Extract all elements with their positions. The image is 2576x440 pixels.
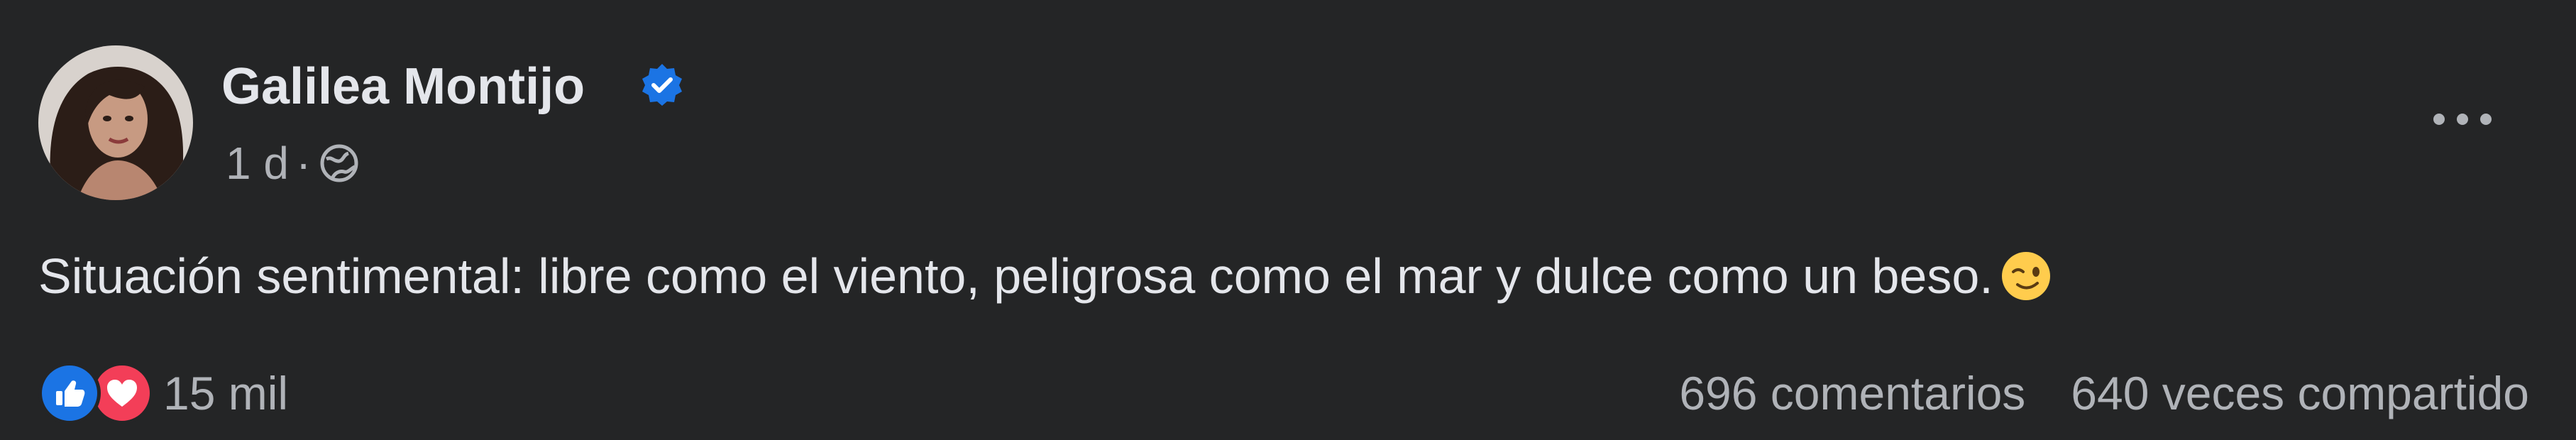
- verified-badge-icon: [642, 64, 682, 106]
- reaction-count[interactable]: 15 mil: [163, 366, 288, 420]
- winking-face-icon: [2001, 252, 2050, 300]
- post-time[interactable]: 1 d: [226, 137, 289, 189]
- shares-count[interactable]: 640 veces compartido: [2071, 366, 2529, 420]
- more-options-button[interactable]: [2420, 91, 2505, 148]
- reaction-icons: [38, 359, 166, 427]
- facebook-post: Galilea Montijo 1 d · Situación sentimen…: [0, 0, 2576, 440]
- avatar[interactable]: [38, 45, 193, 200]
- post-meta: 1 d ·: [226, 135, 360, 192]
- like-icon: [38, 362, 101, 424]
- more-options-icon: [2433, 114, 2492, 125]
- post-stats: 696 comentarios 640 veces compartido: [1634, 359, 2529, 427]
- post-text: Situación sentimental: libre como el vie…: [38, 246, 2054, 307]
- comments-count[interactable]: 696 comentarios: [1679, 366, 2025, 420]
- post-message: Situación sentimental: libre como el vie…: [38, 248, 1993, 304]
- meta-separator: ·: [295, 138, 312, 189]
- globe-icon[interactable]: [318, 142, 360, 185]
- author-name[interactable]: Galilea Montijo: [221, 57, 585, 116]
- reactions-summary[interactable]: 15 mil: [38, 359, 288, 427]
